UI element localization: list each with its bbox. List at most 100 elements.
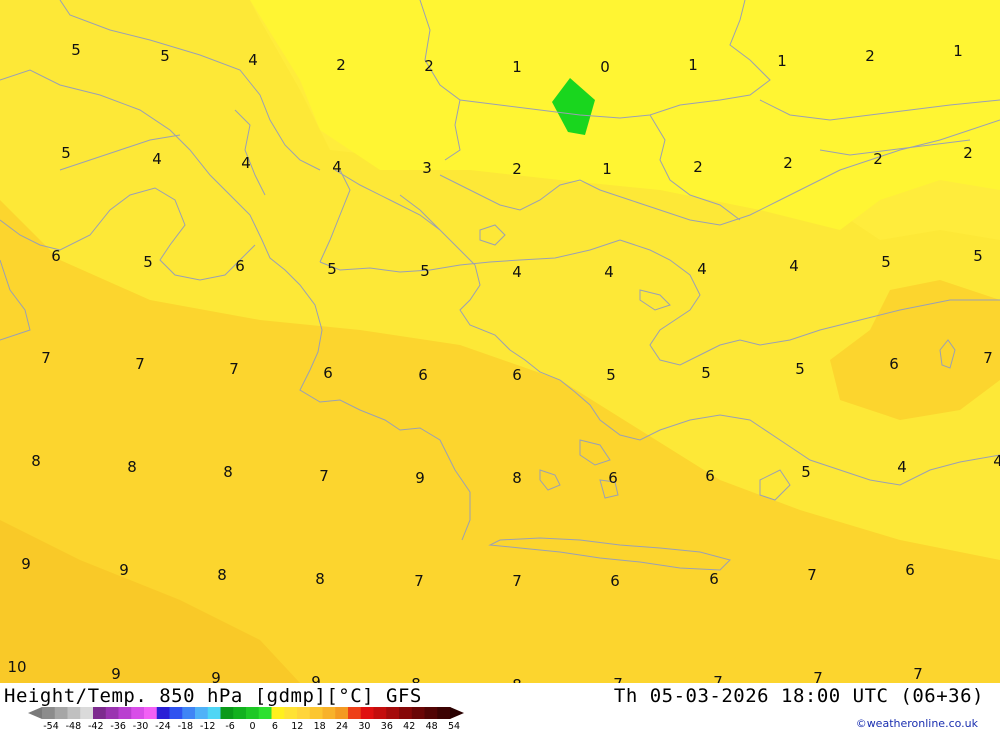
scale-tick-label: 24 (336, 721, 349, 732)
contour-label: 4 (241, 154, 251, 172)
scale-swatch (322, 707, 336, 719)
contour-label: 7 (613, 675, 623, 683)
weather-map-view: 5542210112154443212222656554444557776665… (0, 0, 1000, 733)
contour-label: 6 (323, 364, 333, 382)
scale-tick-label: 54 (447, 721, 461, 732)
contour-label: 5 (701, 364, 711, 382)
contour-label: 8 (512, 469, 522, 487)
scale-swatch (207, 707, 221, 719)
contour-label: 8 (315, 570, 325, 588)
map-valid-time: Th 05-03-2026 18:00 UTC (06+36) (613, 685, 984, 707)
scale-swatch (118, 707, 132, 719)
scale-tick-label: -24 (155, 721, 171, 732)
contour-label: 1 (512, 58, 522, 76)
contour-label: 6 (709, 570, 719, 588)
contour-label: 6 (51, 247, 61, 265)
scale-swatch (437, 707, 451, 719)
contour-label: 6 (705, 467, 715, 485)
contour-label: 8 (512, 676, 522, 683)
contour-label: 4 (152, 150, 162, 168)
scale-tick-label: -36 (110, 721, 126, 732)
contour-label: 2 (693, 158, 703, 176)
scale-arrow-left (28, 707, 42, 719)
contour-label: 2 (873, 150, 883, 168)
contour-label: 7 (41, 349, 51, 367)
contour-label: 4 (332, 158, 342, 176)
contour-label: 9 (311, 673, 321, 683)
contour-label: 7 (913, 665, 923, 683)
scale-swatch (131, 707, 145, 719)
scale-swatch (105, 707, 119, 719)
scale-swatch (309, 707, 323, 719)
temperature-map: 5 5 4 2 2 1 0 1 1 2 15 4 4 4 3 2 1 2 2 2 26 5 6 5 5 4 4 4 4 5 57 7 7 6 6 6 5… (0, 0, 1000, 683)
contour-label: 5 (606, 366, 616, 384)
scale-tick-label: 12 (291, 721, 304, 732)
contour-label: 3 (422, 159, 432, 177)
contour-label: 2 (336, 56, 346, 74)
map-footer: Height/Temp. 850 hPa [gdmp][°C] GFS Th 0… (0, 683, 1000, 733)
color-scale-bar (28, 707, 464, 719)
contour-label: 7 (414, 572, 424, 590)
scale-tick-label: -18 (177, 721, 194, 732)
contour-label: 7 (983, 349, 993, 367)
contour-label: 4 (604, 263, 614, 281)
scale-tick-label: 36 (380, 721, 393, 732)
contour-label: 0 (600, 58, 610, 76)
scale-swatch (284, 707, 298, 719)
contour-label: 9 (111, 665, 121, 683)
contour-label: 7 (319, 467, 329, 485)
map-title: Height/Temp. 850 hPa [gdmp][°C] GFS (4, 685, 422, 707)
contour-label: 5 (795, 360, 805, 378)
contour-label: 4 (512, 263, 522, 281)
color-scale-ticks: -54 -48 -42 -36 -30 -24 -18 -12 -6 0 6 12 18 24 30 36 42… (0, 721, 480, 733)
contour-label: 10 (7, 658, 26, 676)
contour-label: 4 (248, 51, 258, 69)
scale-swatch (156, 707, 170, 719)
scale-swatch (67, 707, 81, 719)
contour-label: 8 (127, 458, 137, 476)
scale-swatch (169, 707, 183, 719)
contour-label: 6 (235, 257, 245, 275)
contour-label: 5 (801, 463, 811, 481)
scale-tick-label: 42 (403, 721, 416, 732)
scale-swatch (42, 707, 56, 719)
scale-swatch (424, 707, 438, 719)
contour-label: 9 (415, 469, 425, 487)
scale-arrow-right (450, 707, 464, 719)
contour-label: 7 (229, 360, 239, 378)
scale-swatch (54, 707, 68, 719)
contour-label: 7 (713, 673, 723, 683)
scale-swatch (144, 707, 158, 719)
contour-label: 6 (608, 469, 618, 487)
contour-label: 8 (31, 452, 41, 470)
contour-label: 1 (953, 42, 963, 60)
scale-tick-label: 18 (313, 721, 326, 732)
contour-label: 8 (411, 675, 421, 683)
contour-label: 4 (897, 458, 907, 476)
scale-tick-label: -12 (199, 721, 216, 732)
scale-tick-label: 30 (358, 721, 371, 732)
contour-label: 4 (697, 260, 707, 278)
contour-label: 1 (602, 160, 612, 178)
contour-label: 9 (21, 555, 31, 573)
contour-label: 5 (143, 253, 153, 271)
contour-label: 8 (223, 463, 233, 481)
scale-tick-label: -48 (65, 721, 82, 732)
contour-label: 6 (610, 572, 620, 590)
contour-label: 5 (61, 144, 71, 162)
contour-label: 5 (71, 41, 81, 59)
credit-link[interactable]: ©weatheronline.co.uk (856, 717, 978, 730)
scale-swatch (93, 707, 107, 719)
contour-label: 6 (512, 366, 522, 384)
contour-label: 5 (881, 253, 891, 271)
contour-label: 1 (688, 56, 698, 74)
scale-swatch (360, 707, 374, 719)
contour-label: 7 (512, 572, 522, 590)
scale-swatch (258, 707, 272, 719)
contour-label: 5 (973, 247, 983, 265)
scale-swatch (297, 707, 311, 719)
scale-tick-label: -42 (88, 721, 104, 732)
contour-label: 6 (418, 366, 428, 384)
contour-label: 8 (217, 566, 227, 584)
contour-label: 5 (160, 47, 170, 65)
